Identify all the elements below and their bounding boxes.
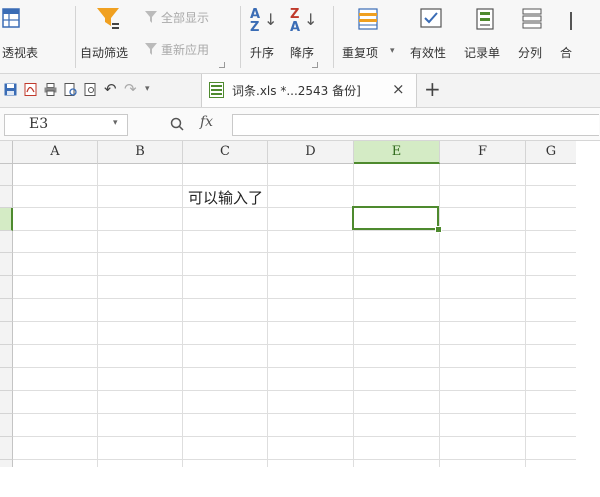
validation-button[interactable]: 有效性	[408, 0, 458, 70]
filter-dialog-launcher[interactable]	[219, 62, 225, 68]
duplicates-icon	[358, 8, 378, 30]
preview-icon[interactable]	[84, 83, 97, 96]
record-form-label: 记录单	[464, 46, 501, 60]
merge-icon	[570, 12, 572, 30]
ribbon: 透视表 自动筛选 全部显示 重新应用 A Z ↓ 升序 Z A ↓ 降序 重复项…	[0, 0, 600, 74]
ribbon-separator	[333, 6, 334, 68]
show-all-label: 全部显示	[161, 11, 210, 25]
gridline	[525, 164, 526, 467]
record-form-button[interactable]: 记录单	[462, 0, 514, 70]
row-header-10[interactable]	[0, 368, 13, 391]
row-header-7[interactable]	[0, 299, 13, 322]
row-header-6[interactable]	[0, 276, 13, 299]
merge-button[interactable]: 合	[556, 0, 600, 70]
fx-icon[interactable]: fx	[200, 114, 213, 130]
spreadsheet-file-icon	[209, 82, 224, 98]
dropdown-arrow-icon: ▾	[390, 46, 395, 56]
spreadsheet-grid[interactable]: A B C D E F G 可以输入了	[0, 141, 576, 467]
fill-handle[interactable]	[435, 226, 442, 233]
sort-descending-button[interactable]: Z A ↓ 降序	[286, 0, 322, 70]
close-tab-icon[interactable]: ×	[392, 80, 405, 98]
name-box[interactable]: E3 ▾	[4, 114, 128, 136]
pivot-table-label: 透视表	[2, 46, 39, 60]
column-header-g[interactable]: G	[526, 141, 576, 164]
undo-icon[interactable]: ↶	[104, 80, 117, 98]
column-header-d[interactable]: D	[268, 141, 354, 164]
pivot-table-button[interactable]: 透视表	[0, 0, 60, 70]
quick-access-toolbar: ↶ ↷ ▾ 词条.xls *...2543 备份] × +	[0, 74, 600, 108]
sort-dialog-launcher[interactable]	[312, 62, 318, 68]
row-header-11[interactable]	[0, 391, 13, 414]
export-pdf-icon[interactable]	[24, 83, 37, 96]
validation-icon	[420, 8, 442, 28]
file-tab-label: 词条.xls *...2543 备份]	[232, 84, 361, 98]
autofilter-button[interactable]: 自动筛选	[78, 0, 142, 70]
row-header-4[interactable]	[0, 231, 13, 253]
autofilter-label: 自动筛选	[80, 46, 129, 60]
select-all-corner[interactable]	[0, 141, 13, 164]
active-cell-e3[interactable]	[352, 206, 439, 230]
funnel-icon	[97, 8, 119, 29]
row-header-1[interactable]	[0, 164, 13, 186]
filter-clear-icon	[145, 11, 157, 23]
pivot-table-icon	[2, 8, 20, 28]
sort-descending-icon: Z A ↓	[290, 7, 318, 35]
record-form-icon	[476, 8, 494, 30]
row-header-2[interactable]	[0, 186, 13, 208]
gridline	[97, 164, 98, 467]
column-header-f[interactable]: F	[440, 141, 526, 164]
row-header-9[interactable]	[0, 345, 13, 368]
row-header-13[interactable]	[0, 437, 13, 460]
row-header-12[interactable]	[0, 414, 13, 437]
column-header-b[interactable]: B	[98, 141, 183, 164]
sort-ascending-button[interactable]: A Z ↓ 升序	[246, 0, 282, 70]
reapply-button[interactable]: 重新应用	[144, 40, 234, 60]
validation-label: 有效性	[410, 46, 447, 60]
sort-descending-label: 降序	[290, 46, 315, 60]
ribbon-separator	[75, 6, 76, 68]
split-column-icon	[522, 8, 542, 29]
sort-ascending-label: 升序	[250, 46, 275, 60]
name-box-value: E3	[29, 116, 49, 132]
reapply-label: 重新应用	[161, 43, 210, 57]
cell-c2[interactable]: 可以输入了	[188, 187, 263, 208]
split-column-label: 分列	[518, 46, 543, 60]
filter-reapply-icon	[145, 43, 157, 55]
gridline	[182, 164, 183, 467]
duplicates-label: 重复项	[342, 46, 379, 60]
new-tab-icon[interactable]: +	[424, 77, 441, 101]
print-preview-icon[interactable]	[64, 83, 77, 96]
duplicates-button[interactable]: 重复项 ▾	[340, 0, 402, 70]
sort-ascending-icon: A Z ↓	[250, 7, 278, 35]
gridline	[267, 164, 268, 467]
print-icon[interactable]	[44, 83, 57, 96]
row-header-3[interactable]	[0, 208, 13, 231]
save-icon[interactable]	[4, 83, 17, 96]
row-header-8[interactable]	[0, 322, 13, 345]
ribbon-separator	[240, 6, 241, 68]
show-all-button[interactable]: 全部显示	[144, 8, 234, 28]
row-header-5[interactable]	[0, 253, 13, 276]
gridline	[439, 164, 440, 467]
formula-bar: E3 ▾ fx	[0, 108, 600, 141]
zoom-icon[interactable]	[170, 117, 184, 131]
formula-input[interactable]	[232, 114, 599, 136]
split-column-button[interactable]: 分列	[516, 0, 552, 70]
file-tab[interactable]: 词条.xls *...2543 备份] ×	[201, 74, 417, 107]
name-box-dropdown-icon[interactable]: ▾	[113, 118, 118, 128]
row-header-14[interactable]	[0, 460, 13, 467]
redo-icon[interactable]: ↷	[124, 80, 137, 98]
column-header-a[interactable]: A	[13, 141, 98, 164]
column-header-c[interactable]: C	[183, 141, 268, 164]
customize-toolbar-icon[interactable]: ▾	[145, 84, 150, 94]
merge-label: 合	[560, 46, 573, 60]
column-header-e[interactable]: E	[354, 141, 440, 164]
